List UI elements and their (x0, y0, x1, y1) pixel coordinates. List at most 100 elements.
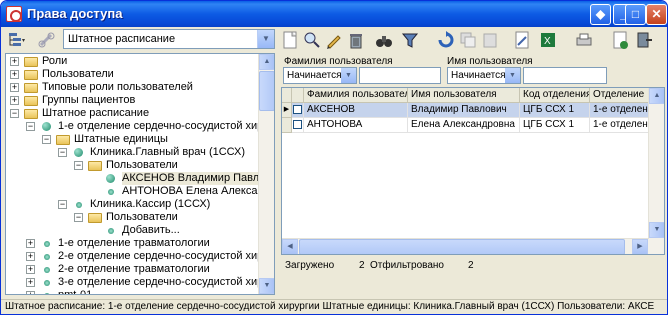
grid-header-check (292, 88, 304, 103)
expand-icon[interactable]: + (26, 278, 35, 287)
delete-icon[interactable] (347, 31, 365, 49)
expand-icon[interactable]: + (26, 252, 35, 261)
expand-icon[interactable]: + (26, 291, 35, 294)
tree-view-icon[interactable] (7, 31, 27, 49)
tree-item-label: Роли (42, 55, 68, 67)
close-button[interactable]: ✕ (646, 4, 667, 25)
firstname-input[interactable] (523, 67, 607, 84)
collapse-icon[interactable]: − (58, 148, 67, 157)
row-indicator (282, 118, 292, 133)
expand-icon[interactable]: + (10, 70, 19, 79)
scroll-thumb[interactable] (299, 239, 625, 254)
grid-hscrollbar[interactable]: ◀ ▶ (282, 238, 649, 254)
cell-lastname[interactable]: АКСЕНОВ (304, 103, 408, 118)
grid-corner (282, 88, 292, 103)
cell-dept[interactable]: 1-е отделение (590, 118, 650, 133)
tree-item-label: Клиника.Кассир (1ССХ) (90, 198, 211, 210)
firstname-mode-select[interactable]: Начинается ▼ (447, 67, 521, 84)
lastname-input[interactable] (359, 67, 441, 84)
cell-dept-code[interactable]: ЦГБ ССХ 1 (520, 118, 590, 133)
collapse-icon[interactable]: − (58, 200, 67, 209)
cell-dept-code[interactable]: ЦГБ ССХ 1 (520, 103, 590, 118)
grid-header-lastname[interactable]: Фамилия пользователя (304, 88, 408, 103)
section-combo[interactable]: Штатное расписание ▼ (63, 29, 275, 49)
tree-item-label: Штатное расписание (42, 107, 150, 119)
scroll-up-icon[interactable]: ▲ (649, 88, 664, 104)
excel-icon[interactable]: X (539, 31, 557, 49)
chevron-down-icon[interactable]: ▼ (505, 68, 520, 83)
loaded-count: 2 (359, 260, 365, 271)
tree-item-label: 1-е отделение травматологии (58, 237, 210, 249)
exit-icon[interactable] (635, 31, 653, 49)
expand-icon[interactable]: + (26, 265, 35, 274)
paste-icon[interactable] (481, 31, 499, 49)
row-indicator-icon: ▶ (282, 103, 292, 118)
collapse-icon[interactable]: − (10, 109, 19, 118)
filter-icon[interactable] (401, 31, 419, 49)
tree-item-label: Пользователи (106, 159, 178, 171)
folder-icon (56, 135, 70, 145)
link-icon[interactable] (37, 31, 57, 49)
app-icon (6, 6, 22, 22)
node-icon (108, 189, 114, 195)
lastname-mode-select[interactable]: Начинается ▼ (283, 67, 357, 84)
expand-icon[interactable]: + (10, 96, 19, 105)
tree-item-label: Добавить... (122, 224, 180, 236)
scroll-right-icon[interactable]: ▶ (632, 239, 648, 254)
title-bar[interactable]: Права доступа ◆ _ □ ✕ (1, 1, 667, 27)
copy-icon[interactable] (459, 31, 477, 49)
printer-icon[interactable] (575, 31, 593, 49)
maximize-button[interactable]: □ (625, 4, 646, 25)
expand-icon[interactable]: + (26, 239, 35, 248)
lastname-mode-value: Начинается (287, 70, 342, 81)
refresh-icon[interactable] (437, 31, 455, 49)
tree-scrollbar[interactable]: ▲ ▼ (258, 54, 274, 294)
cell-firstname[interactable]: Владимир Павлович (408, 103, 520, 118)
grid-vscrollbar[interactable]: ▲ ▼ (648, 88, 664, 254)
tree-item-label: Группы пациентов (42, 94, 136, 106)
collapse-icon[interactable]: − (26, 122, 35, 131)
tree-item-label: АКСЕНОВ Владимир Павлович (122, 172, 274, 185)
collapse-icon[interactable]: − (42, 135, 51, 144)
grid-header-firstname[interactable]: Имя пользователя (408, 88, 520, 103)
collapse-icon[interactable]: − (74, 161, 83, 170)
scroll-down-icon[interactable]: ▼ (649, 222, 664, 238)
grid-header-dept-code[interactable]: Код отделения (520, 88, 590, 103)
firstname-mode-value: Начинается (451, 70, 506, 81)
node-icon (106, 174, 115, 183)
chevron-down-icon[interactable]: ▼ (257, 30, 274, 48)
collapse-icon[interactable]: − (74, 213, 83, 222)
firstname-filter-label: Имя пользователя (447, 56, 533, 67)
tree-item-label: Штатные единицы (74, 133, 168, 145)
new-icon[interactable] (281, 31, 299, 49)
cell-firstname[interactable]: Елена Александровна (408, 118, 520, 133)
binoculars-icon[interactable] (375, 31, 393, 49)
tree-item-label: Типовые роли пользователей (42, 81, 193, 93)
scroll-down-icon[interactable]: ▼ (259, 278, 274, 294)
grid-header-dept[interactable]: Отделение (590, 88, 650, 103)
users-grid[interactable]: Фамилия пользователя Имя пользователя Ко… (281, 87, 665, 255)
tree-item-label: pmt-01 (58, 289, 93, 295)
chevron-down-icon[interactable]: ▼ (341, 68, 356, 83)
edit-doc-icon[interactable] (513, 31, 531, 49)
tree-item-label: 3-е отделение сердечно-сосудистой хирург… (58, 276, 275, 288)
folder-icon (24, 83, 38, 93)
folder-icon (24, 70, 38, 80)
access-tree[interactable]: + Роли + Пользователи + Типовые роли пользова… (5, 53, 275, 295)
row-checkbox[interactable] (293, 120, 302, 129)
search-icon[interactable] (303, 31, 321, 49)
edit-icon[interactable] (325, 31, 343, 49)
tree-item-label: АНТОНОВА Елена Александровна (122, 185, 274, 197)
scroll-left-icon[interactable]: ◀ (282, 239, 298, 254)
back-icon[interactable]: ◆ (590, 4, 611, 25)
scroll-up-icon[interactable]: ▲ (259, 54, 274, 70)
filtered-label: Отфильтровано (370, 260, 444, 271)
export-icon[interactable] (611, 31, 629, 49)
row-checkbox[interactable] (293, 105, 302, 114)
expand-icon[interactable]: + (10, 83, 19, 92)
tree-item-label: 2-е отделение травматологии (58, 263, 210, 275)
cell-dept[interactable]: 1-е отделение (590, 103, 650, 118)
expand-icon[interactable]: + (10, 57, 19, 66)
cell-lastname[interactable]: АНТОНОВА (304, 118, 408, 133)
scroll-thumb[interactable] (259, 71, 274, 111)
